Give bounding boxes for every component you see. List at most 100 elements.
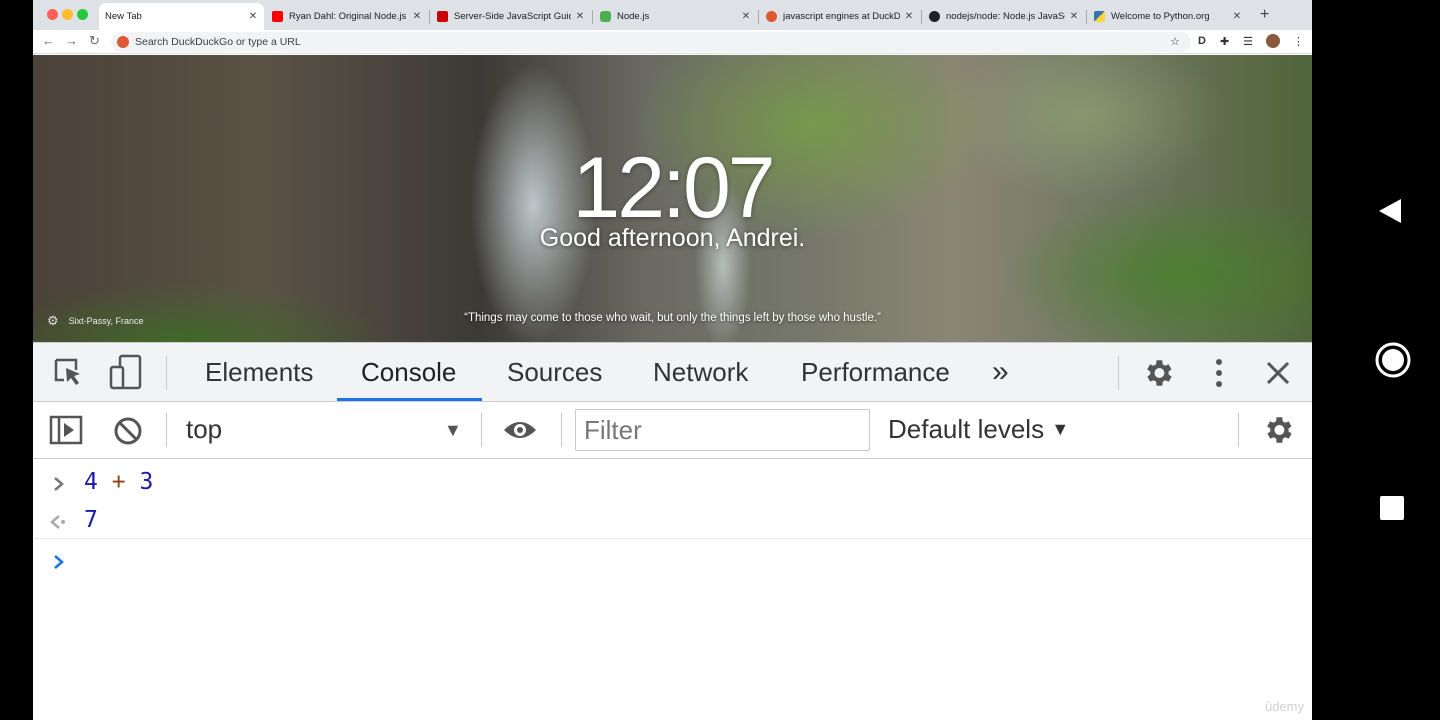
tab-close-icon[interactable]: ✕ xyxy=(575,11,585,22)
console-result-line: 7 xyxy=(33,501,1312,539)
console-result-value: 7 xyxy=(84,506,98,533)
chevron-down-icon[interactable]: ▼ xyxy=(444,420,462,441)
console-prompt-line[interactable] xyxy=(33,541,1312,579)
address-placeholder: Search DuckDuckGo or type a URL xyxy=(135,36,301,48)
maximize-window-button[interactable] xyxy=(77,9,88,20)
operand-right: 3 xyxy=(139,469,154,495)
settings-gear-icon[interactable] xyxy=(1141,356,1175,390)
tab-new-tab[interactable]: New Tab ✕ xyxy=(99,3,264,30)
back-icon[interactable]: ← xyxy=(42,33,55,48)
tab-title: javascript engines at DuckDu xyxy=(783,11,900,22)
close-window-button[interactable] xyxy=(47,9,58,20)
minimize-window-button[interactable] xyxy=(62,9,73,20)
show-sidebar-icon[interactable] xyxy=(49,415,83,445)
reload-icon[interactable]: ↻ xyxy=(89,33,100,49)
extension-d-icon[interactable]: D xyxy=(1198,35,1206,47)
tab-separator xyxy=(921,10,922,24)
tab-title: Node.js xyxy=(617,11,650,22)
greeting: Good afternoon, Andrei. xyxy=(539,224,806,252)
duckduckgo-favicon-icon xyxy=(766,11,777,22)
duckduckgo-icon xyxy=(117,36,129,48)
tab-close-icon[interactable]: ✕ xyxy=(248,11,258,22)
tab-performance[interactable]: Performance xyxy=(801,343,950,401)
tab-ryan-dahl[interactable]: Ryan Dahl: Original Node.js p ✕ xyxy=(266,3,428,30)
new-tab-button[interactable]: + xyxy=(1260,6,1269,24)
more-tabs-icon[interactable]: » xyxy=(992,343,1009,401)
youtube-favicon-icon xyxy=(272,11,283,22)
tab-network[interactable]: Network xyxy=(653,343,748,401)
active-tab-indicator xyxy=(337,398,482,401)
quote: “Things may come to those who wait, but … xyxy=(464,312,881,324)
tab-server-side-js[interactable]: Server-Side JavaScript Guide ✕ xyxy=(431,3,591,30)
tab-close-icon[interactable]: ✕ xyxy=(904,11,914,22)
python-favicon-icon xyxy=(1094,11,1105,22)
result-arrow-icon xyxy=(50,515,65,529)
console-input-code: 4 + 3 xyxy=(84,469,153,495)
separator xyxy=(166,413,167,447)
tab-close-icon[interactable]: ✕ xyxy=(1232,11,1242,22)
browser-window: New Tab ✕ Ryan Dahl: Original Node.js p … xyxy=(33,0,1312,720)
tab-title: Ryan Dahl: Original Node.js p xyxy=(289,11,408,22)
back-triangle-icon[interactable] xyxy=(1377,197,1403,225)
tab-js-engines[interactable]: javascript engines at DuckDu ✕ xyxy=(760,3,920,30)
filter-input[interactable] xyxy=(575,409,870,451)
inspect-element-icon[interactable] xyxy=(52,356,84,388)
more-options-icon[interactable] xyxy=(1212,356,1226,390)
tab-title: Welcome to Python.org xyxy=(1111,11,1210,22)
tab-title: New Tab xyxy=(105,11,142,22)
log-levels-label: Default levels xyxy=(888,414,1045,444)
console-settings-gear-icon[interactable] xyxy=(1261,413,1295,447)
tab-close-icon[interactable]: ✕ xyxy=(741,11,751,22)
home-circle-icon[interactable] xyxy=(1374,341,1412,379)
tab-sources[interactable]: Sources xyxy=(507,343,602,401)
tab-python[interactable]: Welcome to Python.org ✕ xyxy=(1088,3,1248,30)
tab-separator xyxy=(429,10,430,24)
console-output[interactable]: 4 + 3 7 ûdemy xyxy=(33,460,1312,720)
tab-nodejs[interactable]: Node.js ✕ xyxy=(594,3,757,30)
separator xyxy=(166,356,167,390)
tab-separator xyxy=(592,10,593,24)
nodejs-favicon-icon xyxy=(600,11,611,22)
separator xyxy=(481,413,482,447)
tab-separator xyxy=(1086,10,1087,24)
tab-close-icon[interactable]: ✕ xyxy=(412,11,422,22)
tab-title: Server-Side JavaScript Guide xyxy=(454,11,571,22)
recents-square-icon[interactable] xyxy=(1380,496,1404,520)
separator xyxy=(1118,356,1119,390)
bookmark-star-icon[interactable]: ☆ xyxy=(1170,35,1180,48)
prompt-chevron-icon xyxy=(54,555,64,569)
tab-close-icon[interactable]: ✕ xyxy=(1069,11,1079,22)
address-bar[interactable]: Search DuckDuckGo or type a URL xyxy=(111,32,1191,52)
chevron-down-icon: ▼ xyxy=(1051,419,1070,439)
udemy-watermark: ûdemy xyxy=(1264,699,1304,714)
log-levels-dropdown[interactable]: Default levels ▼ xyxy=(888,414,1069,445)
browser-menu-icon[interactable]: ⋮ xyxy=(1293,35,1304,48)
tab-elements[interactable]: Elements xyxy=(205,343,313,401)
separator xyxy=(1238,413,1239,447)
tab-console[interactable]: Console xyxy=(361,343,456,401)
separator xyxy=(561,413,562,447)
operand-left: 4 xyxy=(84,469,98,495)
forward-icon[interactable]: → xyxy=(65,33,78,48)
tab-separator xyxy=(758,10,759,24)
close-devtools-icon[interactable] xyxy=(1265,360,1291,386)
extensions-puzzle-icon[interactable]: ✚ xyxy=(1220,35,1229,48)
input-chevron-icon xyxy=(54,477,64,491)
clear-console-icon[interactable] xyxy=(112,415,144,447)
device-toolbar-icon[interactable] xyxy=(108,354,144,390)
browser-toolbar: ← → ↻ Search DuckDuckGo or type a URL ☆ … xyxy=(33,30,1312,54)
console-toolbar: top ▼ Default levels ▼ xyxy=(33,402,1312,459)
tab-strip: New Tab ✕ Ryan Dahl: Original Node.js p … xyxy=(33,0,1312,30)
context-selector[interactable]: top xyxy=(186,414,222,445)
live-expression-eye-icon[interactable] xyxy=(502,418,538,442)
tab-nodejs-github[interactable]: nodejs/node: Node.js JavaSc ✕ xyxy=(923,3,1085,30)
operator: + xyxy=(111,469,126,495)
tab-title: nodejs/node: Node.js JavaSc xyxy=(946,11,1065,22)
new-tab-background: 12:07 Good afternoon, Andrei. ⚙ Sixt-Pas… xyxy=(33,55,1312,342)
oracle-favicon-icon xyxy=(437,11,448,22)
profile-avatar[interactable] xyxy=(1266,34,1280,48)
devtools-tab-bar: Elements Console Sources Network Perform… xyxy=(33,342,1312,402)
github-favicon-icon xyxy=(929,11,940,22)
reading-list-icon[interactable]: ☰ xyxy=(1243,35,1253,48)
console-input-line: 4 + 3 xyxy=(33,463,1312,501)
